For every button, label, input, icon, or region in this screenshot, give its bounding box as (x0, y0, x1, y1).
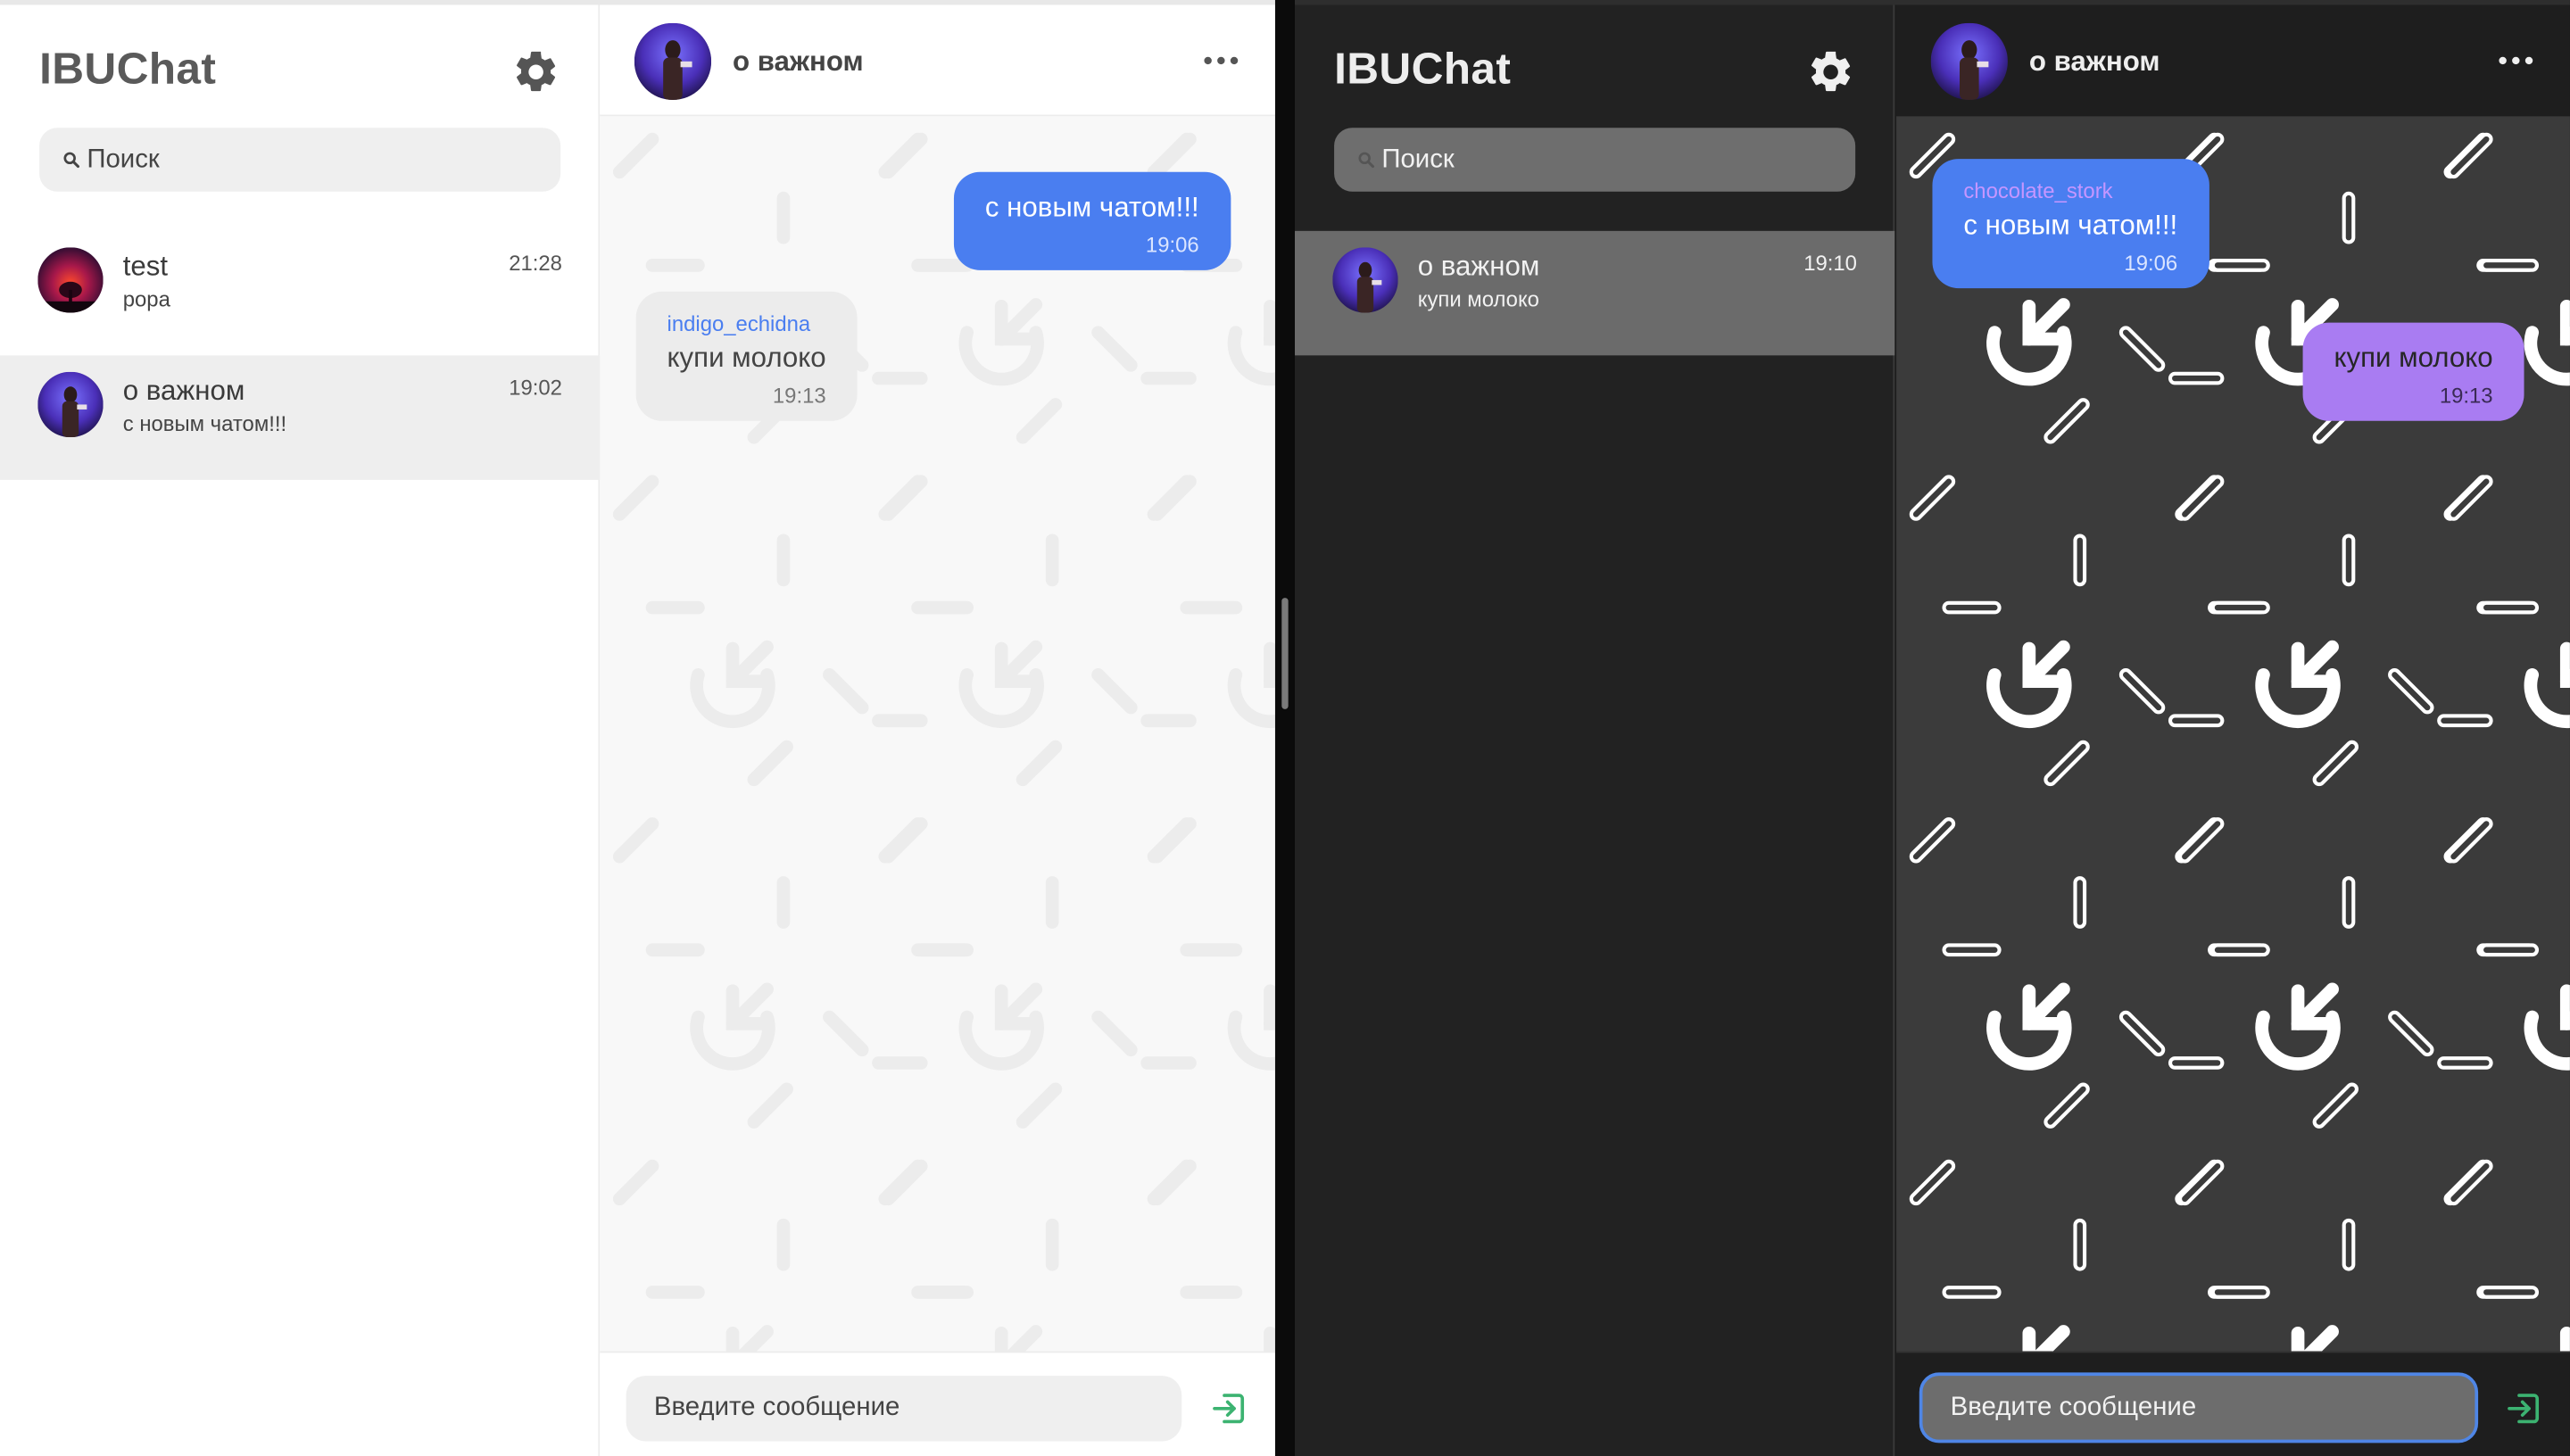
message-time: 19:13 (772, 383, 826, 409)
message-text: с новым чатом!!! (1963, 209, 2178, 241)
chat-sidebar: IBUChat о важном купи молоко 19:10 (1294, 4, 1895, 1456)
chat-last-message: с новым чатом!!! (122, 410, 287, 436)
chat-time: 19:10 (1803, 250, 1857, 276)
avatar (37, 371, 104, 438)
chat-list-item-important[interactable]: о важном с новым чатом!!! 19:02 (0, 355, 601, 480)
avatar (1332, 247, 1398, 313)
send-button[interactable] (1209, 1389, 1248, 1428)
message-field (626, 1376, 1182, 1442)
chat-panel: о важном (1896, 4, 2570, 1456)
chat-header: о важном (1896, 4, 2570, 117)
message-list[interactable]: с новым чатом!!! 19:06 indigo_echidna ку… (600, 116, 1275, 1352)
message-text: с новым чатом!!! (984, 191, 1199, 223)
search-icon (1358, 152, 1374, 169)
message-input[interactable] (653, 1394, 1146, 1424)
chat-panel: о важном (600, 4, 1275, 1456)
message-composer (1896, 1351, 2570, 1456)
chat-menu-button[interactable] (1203, 45, 1239, 78)
chat-name: test (122, 250, 169, 282)
message-sender: chocolate_stork (1963, 178, 2113, 203)
chat-last-message: popa (122, 286, 170, 311)
search-input[interactable] (87, 145, 546, 175)
chat-title: о важном (2028, 46, 2160, 78)
message-time: 19:06 (1145, 232, 1199, 258)
message-bubble-incoming[interactable]: indigo_echidna купи молоко 19:13 (635, 291, 858, 421)
chat-list-item-test[interactable]: test popa 21:28 (0, 231, 600, 356)
gear-icon (517, 51, 556, 92)
chat-time: 21:28 (509, 250, 562, 276)
message-text: купи молоко (2334, 342, 2493, 374)
more-dots-icon (2499, 56, 2533, 65)
chat-name: о важном (122, 375, 245, 407)
send-button[interactable] (2504, 1389, 2543, 1428)
search-input[interactable] (1381, 145, 1841, 175)
chat-title: о важном (733, 46, 864, 78)
dark-theme-window: IBUChat о важном купи молоко 19:10 (1294, 0, 2570, 1456)
chat-header: о важном (600, 4, 1275, 117)
window-divider (1274, 0, 1295, 1456)
chat-sidebar: IBUChat test popa 21:28 о важном (0, 4, 601, 1456)
send-icon (2508, 1394, 2540, 1424)
search-box (39, 128, 561, 192)
background-pattern (1896, 116, 2570, 1351)
message-time: 19:06 (2124, 250, 2178, 276)
more-dots-icon (1204, 56, 1239, 65)
message-list[interactable]: chocolate_stork с новым чатом!!! 19:06 к… (1896, 116, 2570, 1352)
message-bubble-incoming[interactable]: chocolate_stork с новым чатом!!! 19:06 (1932, 159, 2209, 289)
message-field (1919, 1372, 2479, 1444)
message-composer (600, 1351, 1275, 1456)
chat-list-item-important[interactable]: о важном купи молоко 19:10 (1294, 230, 1895, 356)
settings-button[interactable] (511, 47, 560, 96)
avatar (37, 247, 104, 313)
app-title: IBUChat (1334, 44, 1512, 94)
message-input[interactable] (1950, 1393, 2442, 1423)
message-bubble-own[interactable]: купи молоко 19:13 (2302, 322, 2524, 421)
app-title: IBUChat (39, 44, 217, 94)
chat-avatar[interactable] (634, 22, 712, 100)
chat-last-message: купи молоко (1417, 286, 1539, 311)
message-text: купи молоко (667, 342, 826, 374)
settings-button[interactable] (1806, 47, 1855, 96)
message-bubble-own[interactable]: с новым чатом!!! 19:06 (953, 171, 1231, 270)
resize-handle[interactable] (1281, 598, 1289, 709)
chat-time: 19:02 (509, 375, 562, 400)
send-icon (1213, 1394, 1245, 1424)
chat-name: о важном (1417, 250, 1540, 282)
search-icon (63, 152, 79, 169)
gear-icon (1811, 51, 1851, 92)
chat-avatar[interactable] (1930, 22, 2008, 100)
light-theme-window: IBUChat test popa 21:28 о важном (0, 0, 1275, 1456)
message-sender: indigo_echidna (667, 310, 811, 336)
message-time: 19:13 (2439, 383, 2493, 409)
chat-menu-button[interactable] (2498, 45, 2533, 78)
search-box (1334, 128, 1856, 192)
